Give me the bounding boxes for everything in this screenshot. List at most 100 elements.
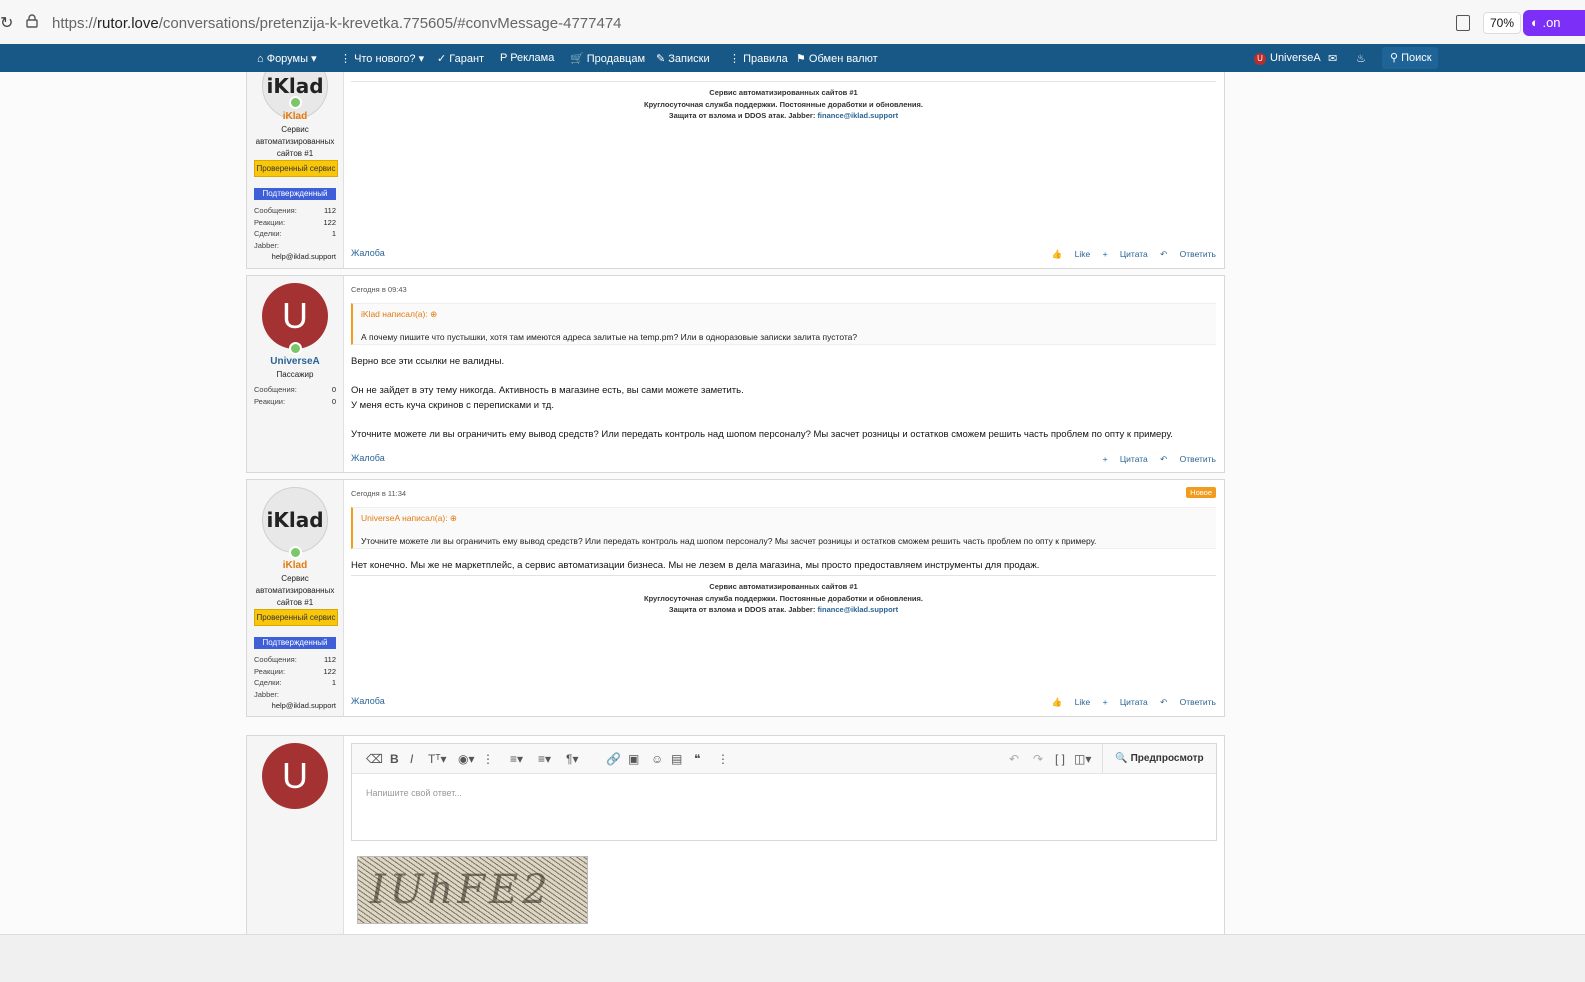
media-icon[interactable]: ▤ <box>671 752 682 766</box>
reader-mode-icon[interactable] <box>1456 15 1470 31</box>
user-title: Сервис автоматизированных сайтов #1 <box>255 574 335 607</box>
reply-form: U ⌫ B I Tᵀ▾ ◉▾ ⋮ ≡▾ ≡▾ ¶▾ 🔗 ▣ ☺ ▤ ❝ ⋮ ↶ … <box>246 735 1225 934</box>
drafts-icon[interactable]: ◫▾ <box>1074 752 1091 766</box>
bold-icon[interactable]: B <box>390 752 399 766</box>
link-icon[interactable]: 🔗 <box>606 752 621 766</box>
online-indicator <box>289 546 302 559</box>
nav-notes[interactable]: ✎ Записки <box>656 52 710 65</box>
message-text: Он не зайдет в эту тему никогда. Активно… <box>351 385 744 396</box>
message-post: U UniverseA Пассажир Сообщения: 0 Реакции… <box>246 275 1225 473</box>
post-actions: 👍 Like + Цитата ↶ Ответить <box>1042 697 1216 708</box>
signature: Сервис автоматизированных сайтов #1 Круг… <box>351 575 1216 616</box>
like-button[interactable]: 👍 Like <box>1052 697 1091 707</box>
reply-button[interactable]: ↶ Ответить <box>1160 697 1216 707</box>
post-actions: 👍 Like + Цитата ↶ Ответить <box>1042 249 1216 260</box>
nav-guarantor[interactable]: ✓ Гарант <box>437 52 484 65</box>
italic-icon[interactable]: I <box>410 752 413 766</box>
user-title: Сервис автоматизированных сайтов #1 <box>255 125 335 158</box>
thread-content: iKlad iKlad Сервис автоматизированных са… <box>0 72 1585 934</box>
post-date[interactable]: Сегодня в 09:43 <box>351 285 407 294</box>
report-link[interactable]: Жалоба <box>351 248 385 258</box>
url-field[interactable]: https://rutor.love/conversations/pretenz… <box>52 15 622 32</box>
clear-format-icon[interactable]: ⌫ <box>366 752 383 766</box>
nav-sellers[interactable]: 🛒 Продавцам <box>570 52 645 65</box>
message-text: Нет конечно. Мы же не маркетплейс, а сер… <box>351 560 1040 571</box>
quote-text: А почему пишите что пустышки, хотя там и… <box>361 332 858 342</box>
preview-button[interactable]: 🔍 Предпросмотр <box>1102 744 1216 773</box>
signature-link[interactable]: finance@iklad.support <box>817 111 898 120</box>
undo-icon[interactable]: ↶ <box>1009 752 1019 766</box>
zoom-level[interactable]: 70% <box>1483 12 1522 34</box>
align-icon[interactable]: ≡▾ <box>538 752 551 766</box>
message-text: Уточните можете ли вы ограничить ему выв… <box>351 429 1173 440</box>
redo-icon[interactable]: ↷ <box>1033 752 1043 766</box>
quote-button[interactable]: + Цитата <box>1103 697 1148 707</box>
reply-button[interactable]: ↶ Ответить <box>1160 249 1216 259</box>
username[interactable]: iKlad <box>247 560 343 571</box>
nav-ads[interactable]: P Реклама <box>500 52 554 64</box>
list-icon[interactable]: ≡▾ <box>510 752 523 766</box>
quote-author[interactable]: iKlad написал(а): ⊕ <box>361 309 437 320</box>
confirmed-badge: Подтвержденный <box>254 188 336 200</box>
font-size-icon[interactable]: Tᵀ▾ <box>428 752 447 766</box>
color-icon[interactable]: ◉▾ <box>458 752 475 766</box>
nav-rules[interactable]: ⋮ Правила <box>729 52 788 65</box>
avatar[interactable]: U <box>262 743 328 809</box>
bell-icon[interactable]: ♨ <box>1356 52 1366 65</box>
browser-address-bar: ↻ https://rutor.love/conversations/prete… <box>0 0 1585 45</box>
reply-input[interactable]: Напишите свой ответ... <box>366 788 462 798</box>
smilie-icon[interactable]: ☺ <box>651 752 663 766</box>
confirmed-badge: Подтвержденный <box>254 637 336 649</box>
user-sidebar: U <box>247 736 344 934</box>
quote-block: iKlad написал(а): ⊕ А почему пишите что … <box>351 303 1216 345</box>
image-icon[interactable]: ▣ <box>628 752 639 766</box>
nav-whats-new[interactable]: ⋮ Что нового? ▾ <box>340 52 424 65</box>
like-button[interactable]: 👍 Like <box>1052 249 1091 259</box>
more-text-icon[interactable]: ⋮ <box>482 752 494 766</box>
user-title: Пассажир <box>276 370 314 379</box>
username[interactable]: iKlad <box>247 111 343 122</box>
rich-text-editor: ⌫ B I Tᵀ▾ ◉▾ ⋮ ≡▾ ≡▾ ¶▾ 🔗 ▣ ☺ ▤ ❝ ⋮ ↶ ↷ … <box>351 743 1217 841</box>
user-sidebar: U UniverseA Пассажир Сообщения: 0 Реакции… <box>247 276 344 472</box>
quote-icon[interactable]: ❝ <box>694 752 700 766</box>
nav-user[interactable]: U UniverseA <box>1254 52 1321 65</box>
online-indicator <box>289 342 302 355</box>
username[interactable]: UniverseA <box>247 356 343 367</box>
user-avatar: U <box>1254 53 1266 65</box>
reload-icon[interactable]: ↻ <box>0 13 13 33</box>
quote-author[interactable]: UniverseA написал(а): ⊕ <box>361 513 457 524</box>
user-stats: Сообщения: 0 Реакции: 0 <box>254 385 336 406</box>
message-text: У меня есть куча скринов с переписками и… <box>351 400 554 411</box>
bbcode-icon[interactable]: [ ] <box>1055 752 1065 766</box>
quote-button[interactable]: + Цитата <box>1103 249 1148 259</box>
avatar[interactable]: U <box>262 283 328 349</box>
quote-text: Уточните можете ли вы ограничить ему выв… <box>361 536 1097 546</box>
nav-search[interactable]: ⚲ Поиск <box>1382 47 1438 69</box>
forum-navbar: ⌂ Форумы ▾ ⋮ Что нового? ▾ ✓ Гарант P Ре… <box>0 44 1585 72</box>
signature-link[interactable]: finance@iklad.support <box>817 605 898 614</box>
messages-icon[interactable]: ✉ <box>1328 52 1337 65</box>
browser-status-bar <box>0 934 1585 982</box>
message-text: Верно все эти ссылки не валидны. <box>351 356 505 367</box>
user-sidebar: iKlad iKlad Сервис автоматизированных са… <box>247 480 344 716</box>
message-main: Сервис автоматизированных сайтов #1 Круг… <box>351 72 1216 268</box>
verified-service-badge: Проверенный сервис <box>254 160 338 177</box>
paragraph-icon[interactable]: ¶▾ <box>566 752 578 766</box>
verified-service-badge: Проверенный сервис <box>254 609 338 626</box>
nav-forums[interactable]: ⌂ Форумы ▾ <box>257 52 317 65</box>
user-stats: Сообщения: 112 Реакции: 122 Сделки: 1 Jabbe… <box>254 206 336 261</box>
lock-icon <box>26 14 38 28</box>
extension-button[interactable]: ◐ .on <box>1523 10 1585 36</box>
report-link[interactable]: Жалоба <box>351 453 385 463</box>
more-insert-icon[interactable]: ⋮ <box>717 752 729 766</box>
post-actions: + Цитата ↶ Ответить <box>1093 454 1216 465</box>
reply-button[interactable]: ↶ Ответить <box>1160 454 1216 464</box>
nav-exchange[interactable]: ⚑ Обмен валют <box>796 52 878 65</box>
message-main: Сегодня в 09:43 iKlad написал(а): ⊕ А по… <box>351 276 1216 472</box>
report-link[interactable]: Жалоба <box>351 696 385 706</box>
post-date[interactable]: Сегодня в 11:34 <box>351 489 406 498</box>
quote-button[interactable]: + Цитата <box>1103 454 1148 464</box>
user-stats: Сообщения: 112 Реакции: 122 Сделки: 1 Jabbe… <box>254 655 336 710</box>
new-badge: Новое <box>1186 487 1216 498</box>
avatar[interactable]: iKlad <box>262 487 328 553</box>
